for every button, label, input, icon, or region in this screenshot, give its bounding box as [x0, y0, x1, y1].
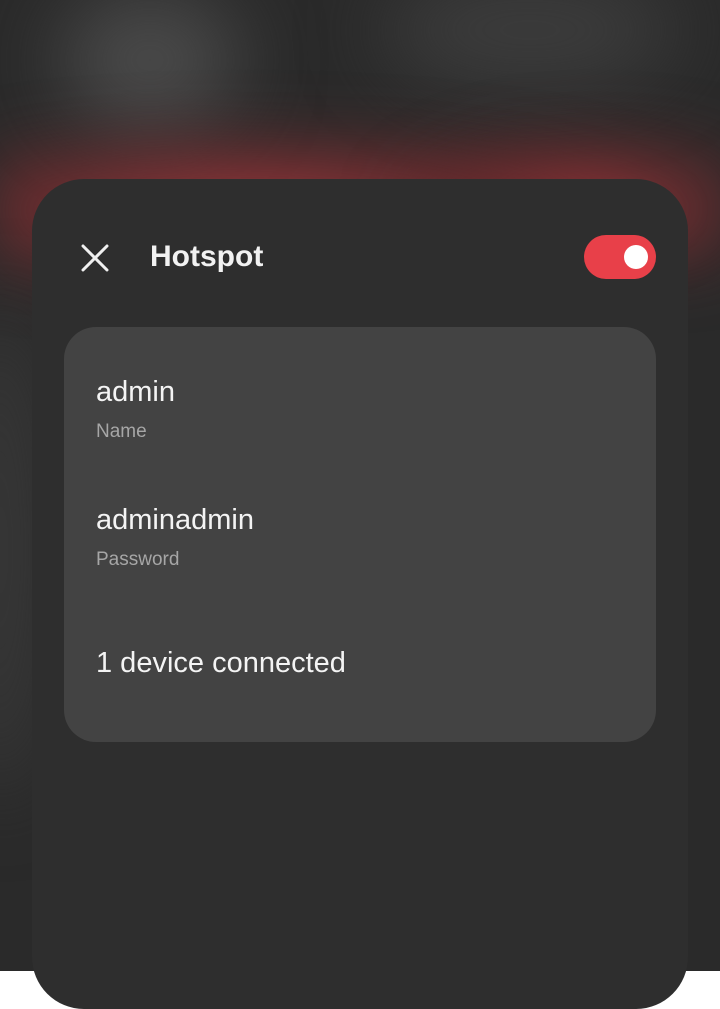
panel-header: Hotspot: [32, 179, 688, 329]
close-icon: [81, 244, 109, 272]
password-label: Password: [96, 549, 180, 570]
hotspot-toggle[interactable]: [584, 235, 656, 279]
network-name-field[interactable]: admin Name: [96, 374, 175, 444]
close-button[interactable]: [72, 235, 118, 281]
connected-devices-item[interactable]: 1 device connected: [96, 645, 346, 681]
background-blur-shape: [380, 0, 680, 90]
hotspot-panel: Hotspot admin Name adminadmin Password 1…: [32, 179, 688, 1009]
background-blur-shape: [60, 0, 240, 130]
password-field[interactable]: adminadmin Password: [96, 502, 254, 572]
toggle-knob: [624, 245, 648, 269]
network-name-label: Name: [96, 421, 147, 442]
network-name-value: admin: [96, 376, 175, 408]
password-value: adminadmin: [96, 504, 254, 536]
page-title: Hotspot: [150, 240, 264, 273]
hotspot-info-card: admin Name adminadmin Password 1 device …: [64, 327, 656, 742]
